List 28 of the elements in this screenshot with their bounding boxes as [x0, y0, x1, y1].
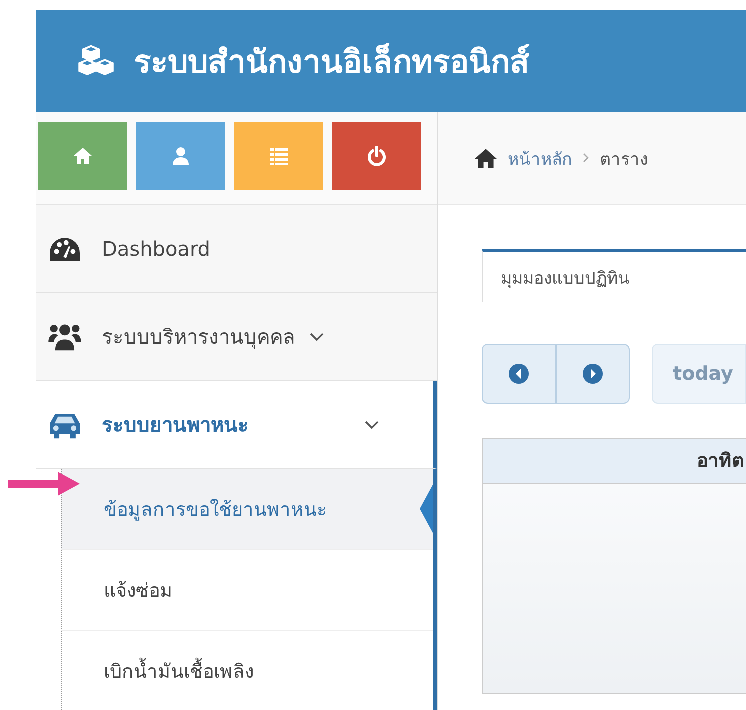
- previous-icon: [508, 363, 530, 385]
- tab[interactable]: มุมมองแบบปฏิทิน: [482, 249, 746, 302]
- breadcrumb-link[interactable]: หน้าหลัก: [508, 144, 572, 172]
- previous-button[interactable]: [482, 344, 556, 404]
- power-icon: [366, 146, 386, 166]
- submenu-item[interactable]: ข้อมูลการขอใช้ยานพาหนะ: [61, 469, 433, 550]
- submenu-item[interactable]: แจ้งซ่อม: [61, 550, 433, 631]
- home-icon: [474, 148, 498, 168]
- next-button[interactable]: [556, 344, 630, 404]
- list-icon: [268, 146, 288, 166]
- arrow-icon: [8, 471, 80, 497]
- chevron-right-icon: [582, 152, 590, 164]
- submenu-item[interactable]: เบิกน้ำมันเชื้อเพลิง: [61, 631, 433, 710]
- home-button[interactable]: [38, 122, 127, 190]
- power-button[interactable]: [332, 122, 421, 190]
- users-icon: [48, 322, 82, 352]
- chevron-down-icon: [309, 332, 325, 342]
- breadcrumb-link[interactable]: ตาราง: [600, 144, 648, 172]
- next-icon: [582, 363, 604, 385]
- chevron-down-icon: [364, 420, 380, 430]
- user-icon: [170, 146, 190, 166]
- home-icon: [72, 146, 92, 166]
- user-button[interactable]: [136, 122, 225, 190]
- cubes-icon: [76, 44, 114, 78]
- column-header: อาทิต: [697, 449, 745, 474]
- sidebar-item[interactable]: ระบบยานพาหนะ: [36, 381, 437, 469]
- active-pointer-icon: [419, 485, 433, 533]
- app-title: ระบบสำนักงานอิเล็กทรอนิกส์: [134, 42, 530, 82]
